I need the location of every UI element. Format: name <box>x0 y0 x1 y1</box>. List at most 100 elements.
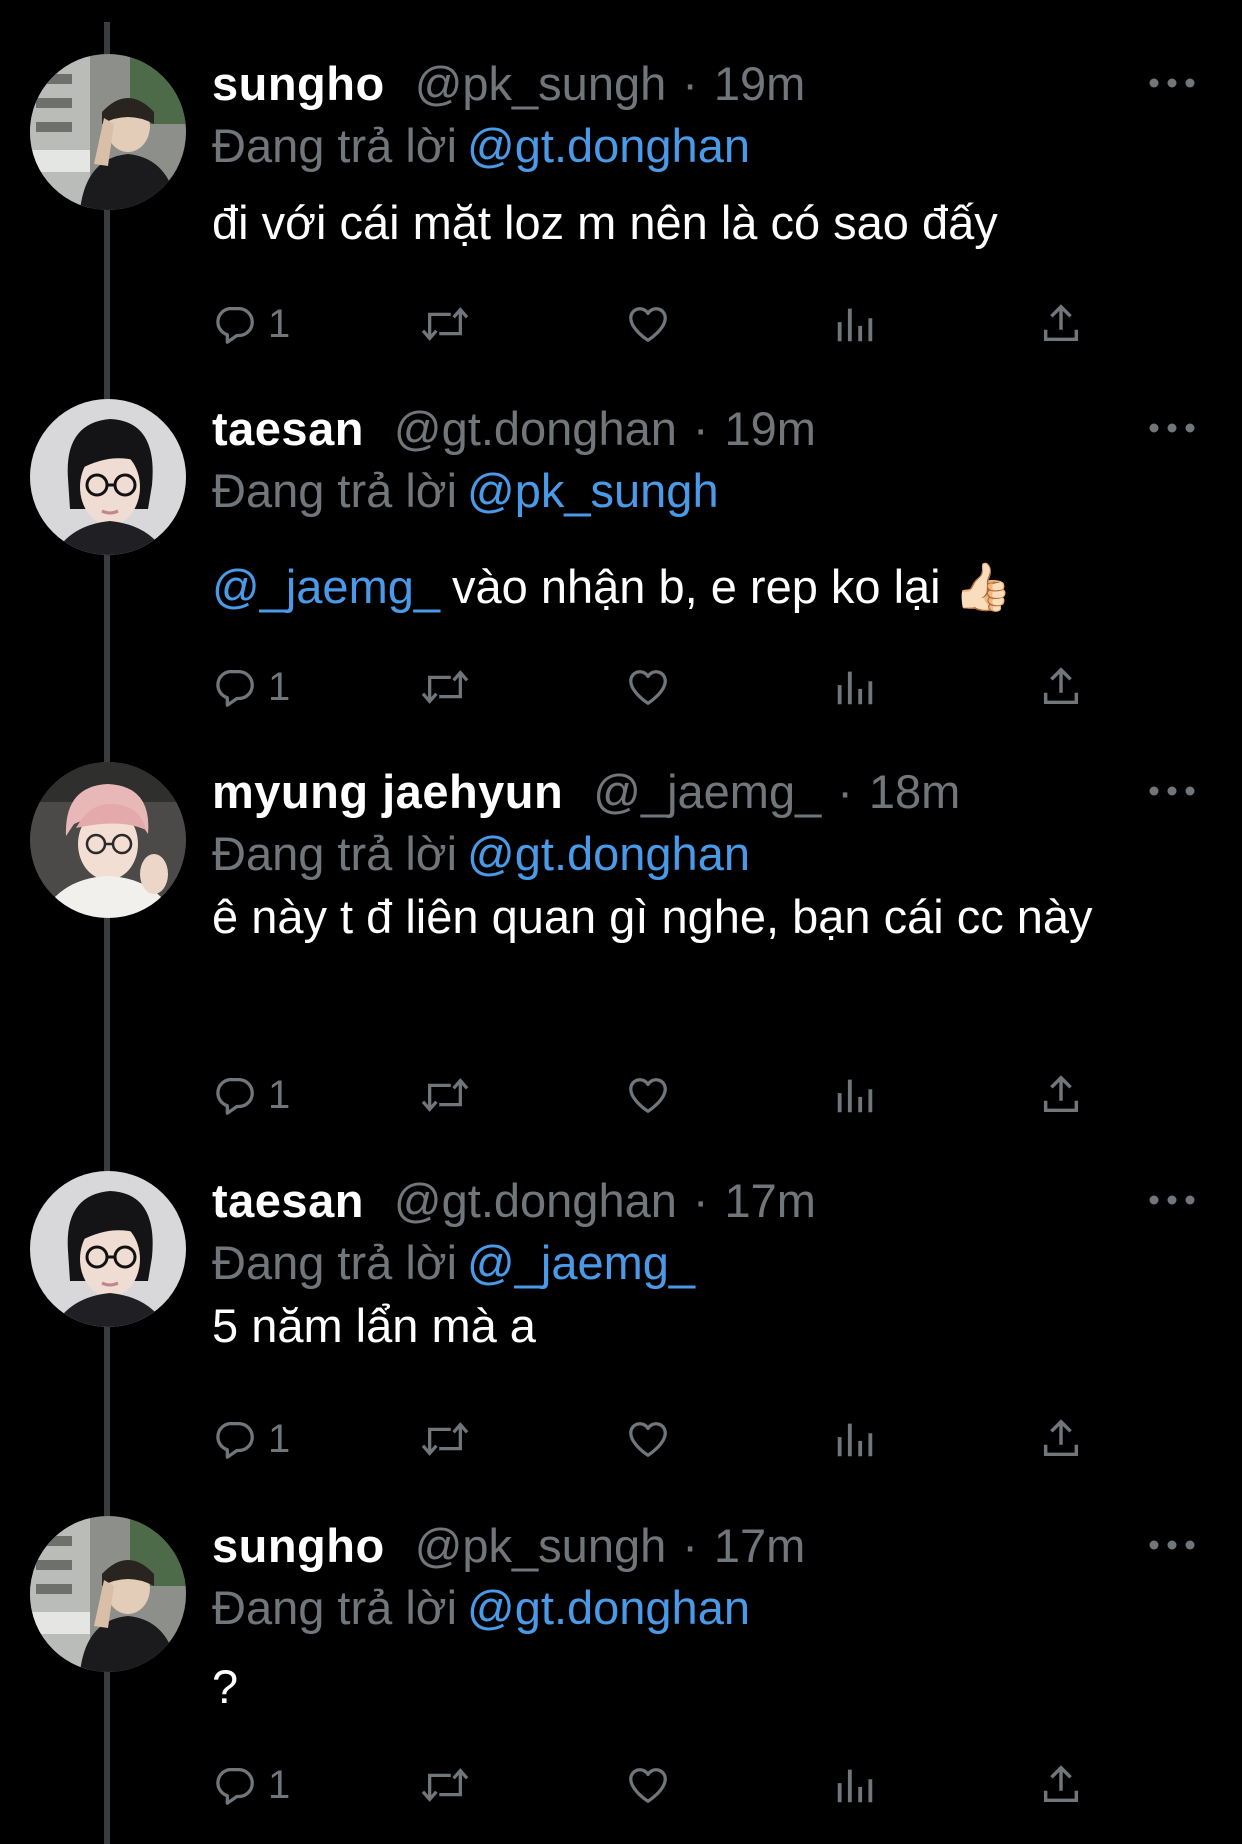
retweet-button[interactable] <box>418 1412 472 1466</box>
more-horizontal-icon[interactable] <box>1144 1530 1200 1560</box>
share-button[interactable] <box>1038 1412 1084 1466</box>
replying-to: Đang trả lời @pk_sungh <box>212 459 719 523</box>
tweet-text-content: ? <box>212 1660 239 1713</box>
reply-button[interactable]: 1 <box>212 1068 290 1122</box>
reply-count: 1 <box>268 664 291 709</box>
replying-to-handle[interactable]: @gt.donghan <box>467 119 750 172</box>
views-button[interactable] <box>832 297 878 351</box>
timestamp[interactable]: 17m <box>714 1516 805 1576</box>
tweet-text-content: ê này t đ liên quan gì nghe, bạn cái cc … <box>212 890 1093 943</box>
reply-button[interactable]: 1 <box>212 660 290 714</box>
reply-button[interactable]: 1 <box>212 1412 290 1466</box>
heart-icon <box>629 1422 667 1457</box>
replying-to-handle[interactable]: @gt.donghan <box>467 1581 750 1634</box>
views-button[interactable] <box>832 1758 878 1812</box>
user-handle[interactable]: @pk_sungh <box>415 54 667 114</box>
user-handle[interactable]: @pk_sungh <box>415 1516 667 1576</box>
replying-to-handle[interactable]: @pk_sungh <box>467 464 719 517</box>
replying-to-label: Đang trả lời <box>212 119 458 172</box>
views-bars-icon <box>837 1079 873 1113</box>
views-button[interactable] <box>832 660 878 714</box>
tweet-header: taesan @gt.donghan · 17m <box>212 1171 816 1231</box>
timestamp[interactable]: 18m <box>869 762 960 822</box>
separator: · <box>837 765 853 818</box>
heart-icon <box>629 670 667 705</box>
like-button[interactable] <box>624 1758 672 1812</box>
tweet-text-content: vào nhận b, e rep ko lại 👍🏻 <box>452 560 1013 613</box>
retweet-button[interactable] <box>418 660 472 714</box>
avatar[interactable] <box>30 54 186 210</box>
tweet-header: sungho @pk_sungh · 17m <box>212 1516 805 1576</box>
tweet-text-content: 5 năm lẩn mà a <box>212 1299 536 1352</box>
reply-button[interactable]: 1 <box>212 297 290 351</box>
like-button[interactable] <box>624 1068 672 1122</box>
separator: · <box>692 1174 709 1227</box>
tweet-actions: 1 <box>210 297 1090 351</box>
avatar[interactable] <box>30 762 186 918</box>
share-button[interactable] <box>1038 1068 1084 1122</box>
retweet-button[interactable] <box>418 297 472 351</box>
tweet-actions: 1 <box>210 1068 1090 1122</box>
timestamp[interactable]: 19m <box>714 54 805 114</box>
user-handle[interactable]: @gt.donghan <box>394 399 677 459</box>
more-horizontal-icon[interactable] <box>1144 1185 1200 1215</box>
timestamp[interactable]: 17m <box>725 1171 816 1231</box>
heart-icon <box>629 1078 667 1113</box>
retweet-button[interactable] <box>418 1068 472 1122</box>
like-button[interactable] <box>624 297 672 351</box>
separator: · <box>682 57 698 110</box>
tweet-text: @_jaemg_ vào nhận b, e rep ko lại 👍🏻 <box>212 556 1172 618</box>
display-name[interactable]: taesan <box>212 1171 364 1231</box>
share-button[interactable] <box>1038 1758 1084 1812</box>
retweet-button[interactable] <box>418 1758 472 1812</box>
replying-to-handle[interactable]: @gt.donghan <box>467 827 750 880</box>
tweet-text: 5 năm lẩn mà a <box>212 1295 1172 1357</box>
heart-icon <box>629 307 667 342</box>
display-name[interactable]: sungho <box>212 1516 385 1576</box>
reply-count: 1 <box>268 1762 291 1807</box>
replying-to: Đang trả lời @gt.donghan <box>212 1576 750 1640</box>
user-handle[interactable]: @_jaemg_ <box>593 762 821 822</box>
display-name[interactable]: taesan <box>212 399 364 459</box>
reply-bubble-icon <box>216 307 254 344</box>
replying-to-label: Đang trả lời <box>212 464 458 517</box>
tweet-header: sungho @pk_sungh · 19m <box>212 54 805 114</box>
views-bars-icon <box>837 1769 873 1803</box>
share-icon <box>1043 1419 1079 1457</box>
reply-bubble-icon <box>216 670 254 707</box>
share-button[interactable] <box>1038 660 1084 714</box>
display-name[interactable]: myung jaehyun <box>212 762 563 822</box>
like-button[interactable] <box>624 1412 672 1466</box>
share-icon <box>1043 304 1079 342</box>
avatar[interactable] <box>30 1171 186 1327</box>
tweet-text-content: đi với cái mặt loz m nên là có sao đấy <box>212 196 998 249</box>
replying-to: Đang trả lời @gt.donghan <box>212 822 750 886</box>
views-button[interactable] <box>832 1412 878 1466</box>
reply-bubble-icon <box>216 1768 254 1805</box>
tweet-header: taesan @gt.donghan · 19m <box>212 399 816 459</box>
tweet-text: đi với cái mặt loz m nên là có sao đấy <box>212 192 1172 254</box>
retweet-icon <box>421 1422 469 1456</box>
more-horizontal-icon[interactable] <box>1144 68 1200 98</box>
replying-to-label: Đang trả lời <box>212 1581 458 1634</box>
display-name[interactable]: sungho <box>212 54 385 114</box>
tweet-header: myung jaehyun @_jaemg_ · 18m <box>212 762 960 822</box>
user-handle[interactable]: @gt.donghan <box>394 1171 677 1231</box>
share-icon <box>1043 1765 1079 1803</box>
replying-to-handle[interactable]: @_jaemg_ <box>467 1236 695 1289</box>
avatar[interactable] <box>30 1516 186 1672</box>
reply-button[interactable]: 1 <box>212 1758 290 1812</box>
tweet-mention[interactable]: @_jaemg_ <box>212 560 440 613</box>
retweet-icon <box>421 1768 469 1802</box>
more-horizontal-icon[interactable] <box>1144 413 1200 443</box>
views-bars-icon <box>837 671 873 705</box>
share-button[interactable] <box>1038 297 1084 351</box>
views-button[interactable] <box>832 1068 878 1122</box>
timestamp[interactable]: 19m <box>725 399 816 459</box>
avatar[interactable] <box>30 399 186 555</box>
retweet-icon <box>421 1078 469 1112</box>
tweet-actions: 1 <box>210 1758 1090 1812</box>
more-horizontal-icon[interactable] <box>1144 776 1200 806</box>
separator: · <box>692 402 709 455</box>
like-button[interactable] <box>624 660 672 714</box>
